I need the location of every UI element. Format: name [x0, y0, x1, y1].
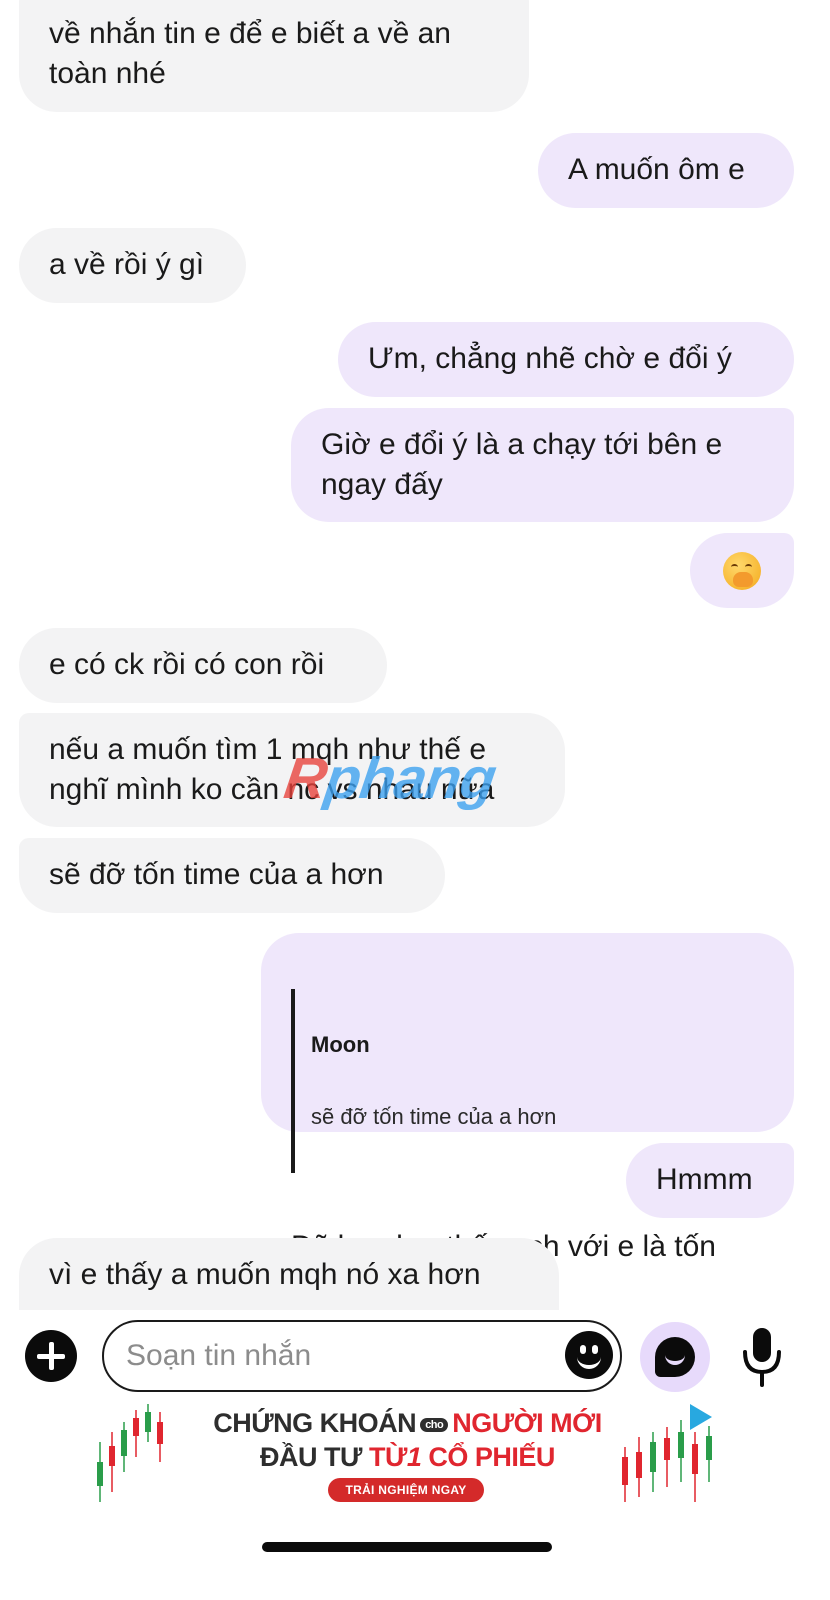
message-incoming[interactable]: a về rồi ý gì — [19, 228, 246, 303]
message-outgoing[interactable]: Hmmm — [626, 1143, 794, 1218]
ai-assistant-icon[interactable] — [640, 1322, 710, 1392]
quoted-text: sẽ đỡ tốn time của a hơn — [311, 1104, 557, 1129]
watermark-logo: Rphang — [280, 746, 500, 811]
quoted-author: Moon — [311, 1032, 370, 1057]
message-outgoing-reply[interactable]: Moon sẽ đỡ tốn time của a hơn Đã bao h a… — [261, 933, 794, 1303]
message-outgoing[interactable]: Giờ e đổi ý là a chạy tới bên e ngay đấy — [291, 408, 794, 522]
message-incoming[interactable]: vì e thấy a muốn mqh nó xa hơn — [19, 1238, 559, 1310]
sticker-icon[interactable] — [565, 1331, 613, 1379]
message-outgoing-emoji[interactable] — [690, 533, 794, 608]
ad-play-icon[interactable] — [690, 1404, 712, 1430]
message-thread[interactable]: về nhắn tin e để e biết a về an toàn nhé… — [0, 0, 830, 1310]
message-composer — [0, 1310, 830, 1402]
plus-icon[interactable] — [25, 1330, 77, 1382]
message-incoming[interactable]: về nhắn tin e để e biết a về an toàn nhé — [19, 0, 529, 112]
message-outgoing[interactable]: Ưm, chẳng nhẽ chờ e đổi ý — [338, 322, 794, 397]
message-incoming[interactable]: e có ck rồi có con rồi — [19, 628, 387, 703]
message-incoming[interactable]: sẽ đỡ tốn time của a hơn — [19, 838, 445, 913]
ad-banner[interactable]: CHỨNG KHOÁN cho NGƯỜI MỚI ĐẦU TƯ TỪ1 CỔ PH… — [90, 1402, 725, 1510]
face-with-hand-over-mouth-icon — [723, 552, 761, 590]
home-indicator[interactable] — [262, 1542, 552, 1552]
chat-screen: về nhắn tin e để e biết a về an toàn nhé… — [0, 0, 830, 1600]
message-input[interactable] — [102, 1320, 622, 1392]
message-outgoing[interactable]: A muốn ôm e — [538, 133, 794, 208]
microphone-icon[interactable] — [738, 1326, 786, 1388]
ad-cta-button[interactable]: TRẢI NGHIỆM NGAY — [328, 1478, 484, 1502]
